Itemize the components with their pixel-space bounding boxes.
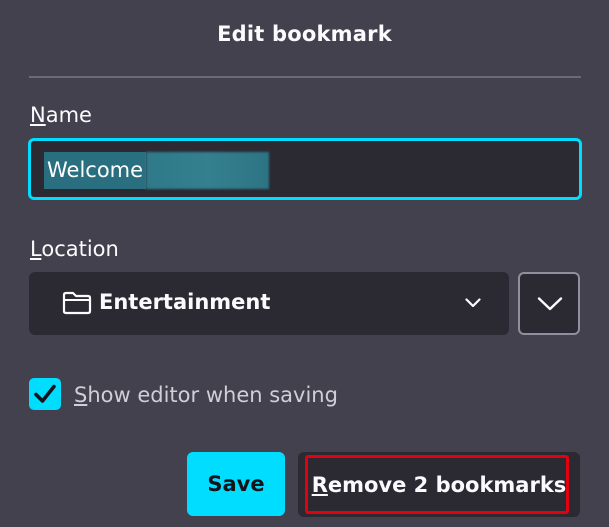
location-select-value: Entertainment xyxy=(99,290,271,314)
name-input[interactable]: Welcome xyxy=(28,138,582,200)
checkmark-icon xyxy=(34,384,56,403)
folder-icon xyxy=(62,291,92,315)
remove-accesskey: R xyxy=(311,472,328,497)
name-input-selection: Welcome xyxy=(44,152,270,189)
location-select[interactable]: Entertainment xyxy=(29,272,509,335)
show-editor-checkbox[interactable] xyxy=(29,378,61,410)
name-label-accesskey: N xyxy=(30,103,46,127)
edit-bookmark-panel: Edit bookmark Name Welcome Location Ente… xyxy=(0,0,609,527)
remove-label-text: emove 2 bookmarks xyxy=(327,472,567,497)
show-editor-label[interactable]: Show editor when saving xyxy=(74,383,338,407)
expand-folder-tree-button[interactable] xyxy=(518,272,580,335)
show-editor-accesskey: S xyxy=(74,383,88,407)
redacted-text-region xyxy=(146,152,270,189)
name-label: Name xyxy=(30,103,92,127)
location-label-text: ocation xyxy=(41,237,119,261)
location-label: Location xyxy=(30,237,119,261)
expand-chevron-icon xyxy=(537,297,563,311)
chevron-down-icon xyxy=(465,298,481,308)
show-editor-text: how editor when saving xyxy=(87,383,338,407)
location-label-accesskey: L xyxy=(30,237,42,261)
remove-bookmarks-button[interactable]: Remove 2 bookmarks xyxy=(298,452,580,517)
save-button[interactable]: Save xyxy=(187,452,285,516)
remove-bookmarks-label: Remove 2 bookmarks xyxy=(298,452,580,517)
header-divider xyxy=(29,76,581,78)
name-label-text: ame xyxy=(45,103,92,127)
panel-title: Edit bookmark xyxy=(217,22,392,46)
name-input-value: Welcome xyxy=(44,152,147,189)
